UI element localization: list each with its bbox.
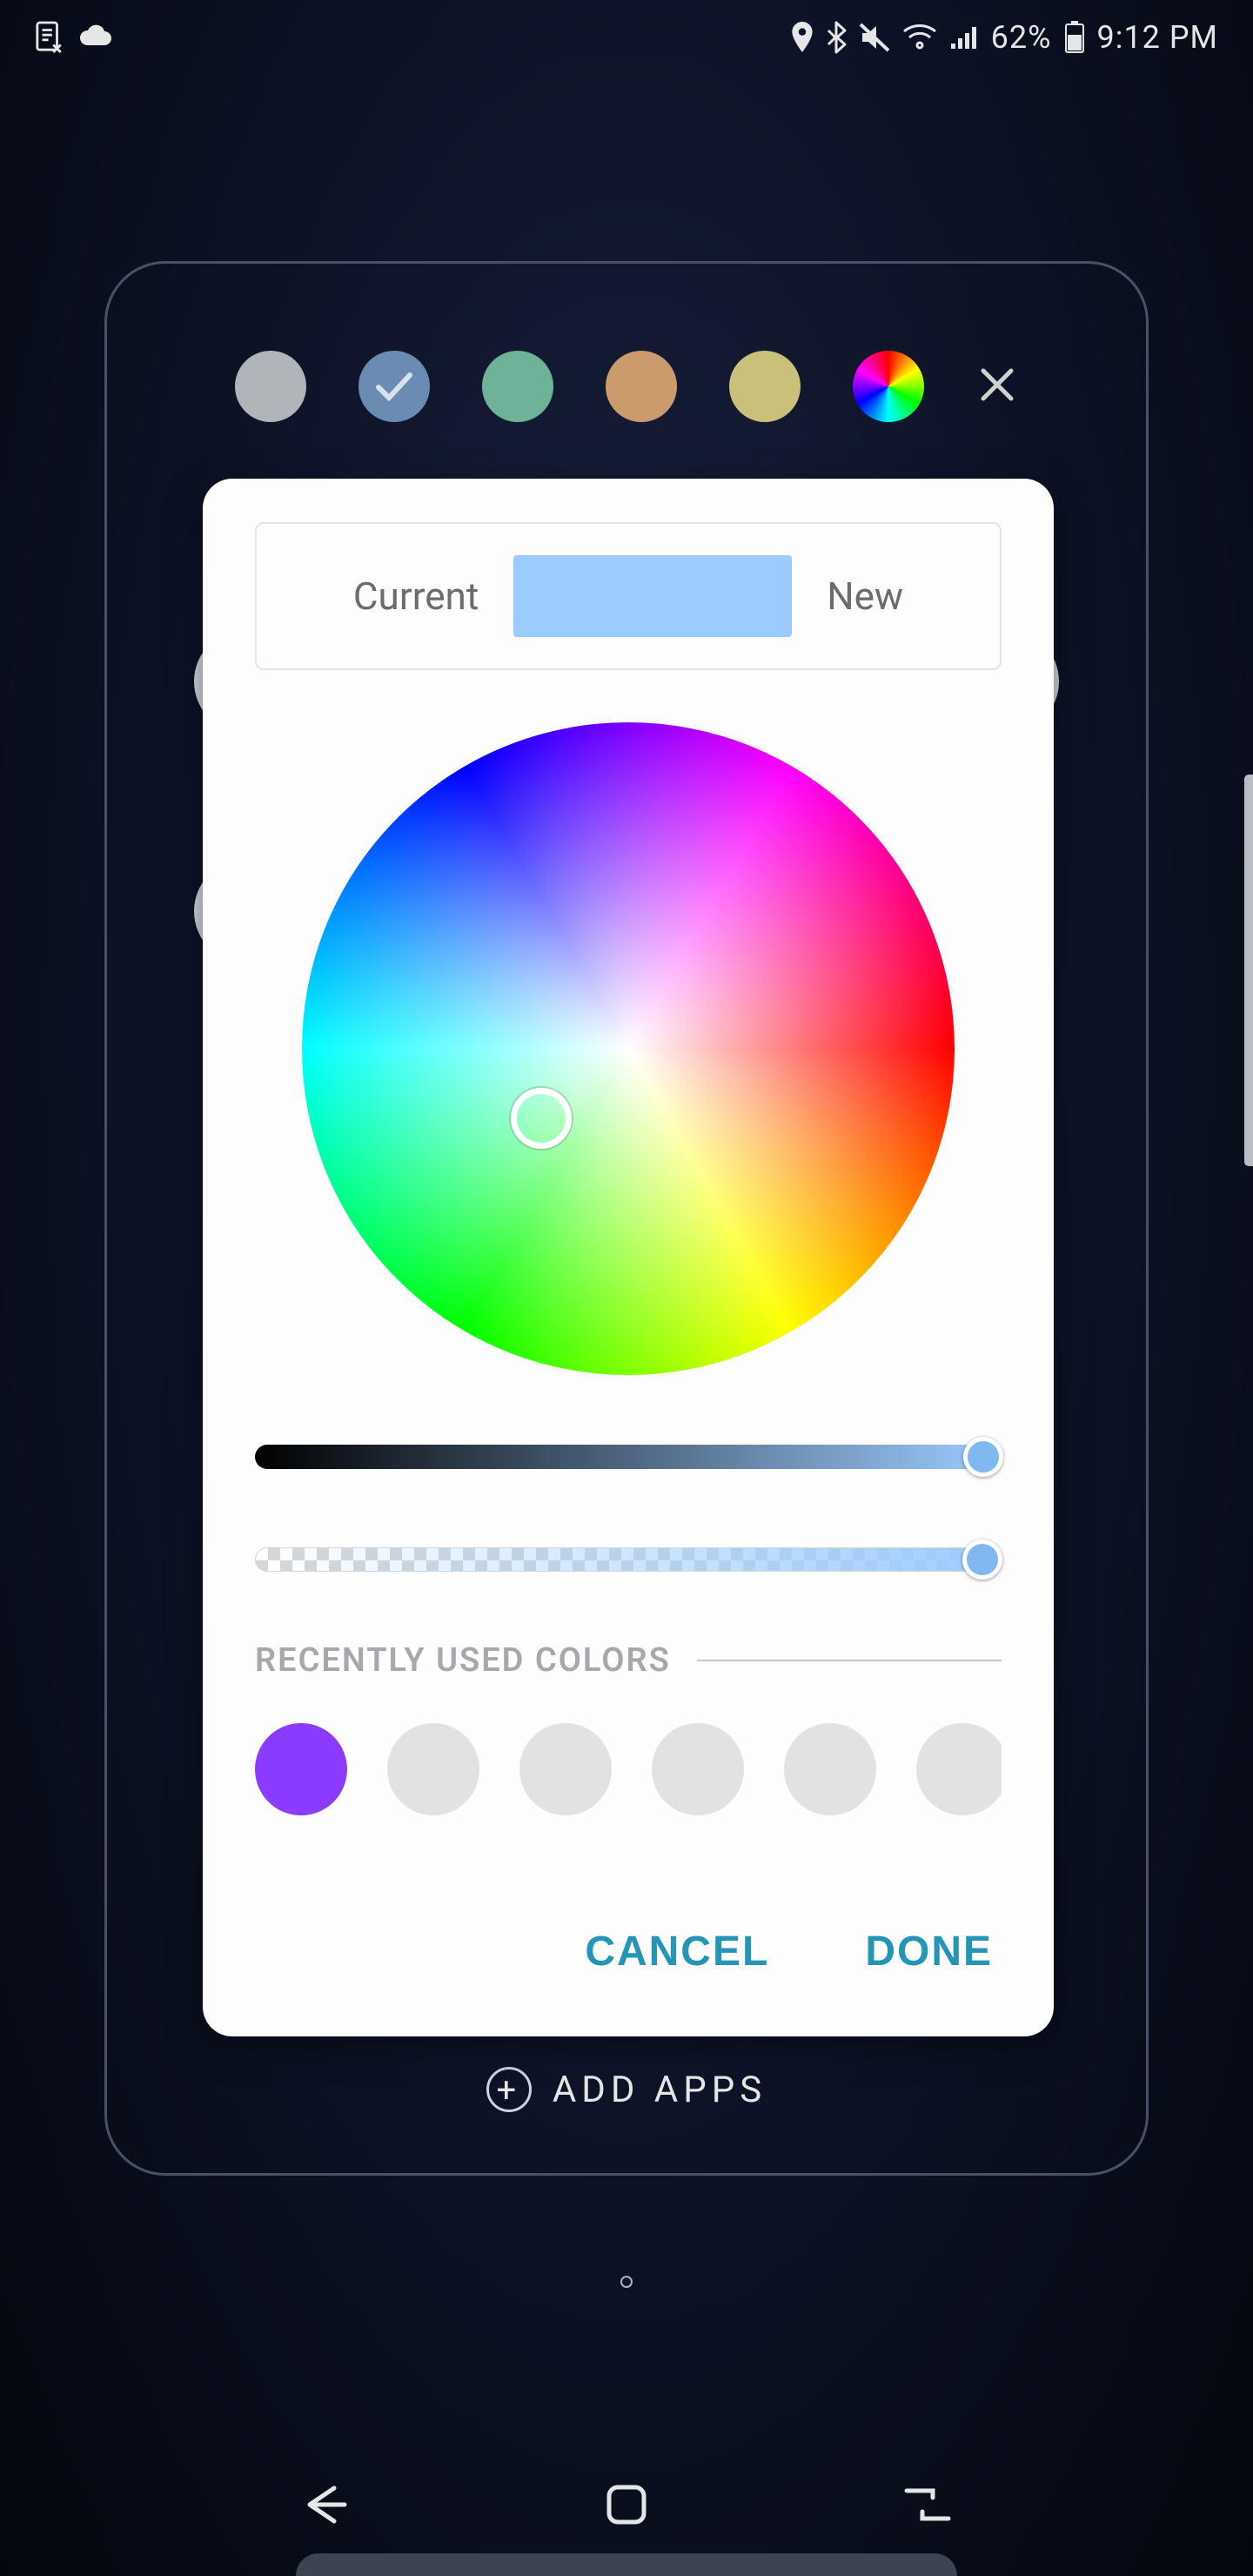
recent-color-swatch[interactable]: [387, 1723, 479, 1815]
edge-scroll-handle[interactable]: [1244, 775, 1253, 1166]
statusbar-left: [35, 20, 113, 55]
recent-color-swatch[interactable]: [652, 1723, 744, 1815]
recent-color-swatch[interactable]: [916, 1723, 1002, 1815]
current-new-compare: Current New: [255, 522, 1002, 670]
checkmark-icon: [375, 372, 413, 401]
preset-swatch-gray[interactable]: [235, 351, 306, 422]
location-icon: [791, 22, 814, 53]
doc-icon: [35, 20, 64, 55]
opacity-slider[interactable]: [255, 1547, 1002, 1572]
plus-icon: +: [486, 2067, 532, 2112]
bluetooth-icon: [826, 21, 847, 54]
close-icon[interactable]: [976, 364, 1018, 409]
current-label: Current: [353, 574, 479, 619]
gesture-pill[interactable]: [296, 2553, 957, 2576]
preset-swatch-tan[interactable]: [606, 351, 677, 422]
hue-saturation-wheel: [302, 722, 955, 1375]
color-picker-dialog: Current New RECENTLY USED COLORS CANCEL …: [203, 479, 1054, 2036]
cancel-button[interactable]: CANCEL: [585, 1928, 769, 1976]
recent-colors-title: RECENTLY USED COLORS: [255, 1641, 671, 1680]
done-button[interactable]: DONE: [865, 1928, 993, 1976]
statusbar-right: 62% 9:12 PM: [791, 19, 1218, 56]
slider-thumb[interactable]: [962, 1540, 1002, 1580]
page-indicator-dot: [620, 2276, 633, 2288]
signal-icon: [949, 24, 979, 50]
statusbar: 62% 9:12 PM: [0, 0, 1253, 75]
home-button[interactable]: [602, 2480, 651, 2532]
divider-line: [697, 1660, 1002, 1661]
slider-thumb[interactable]: [963, 1437, 1003, 1477]
mute-icon: [859, 23, 890, 52]
back-button[interactable]: [299, 2483, 352, 2530]
recent-color-swatch[interactable]: [784, 1723, 876, 1815]
color-wheel[interactable]: [302, 722, 955, 1375]
add-apps-label: ADD APPS: [553, 2069, 767, 2111]
dialog-buttons: CANCEL DONE: [255, 1875, 1002, 2002]
recent-color-swatch[interactable]: [519, 1723, 612, 1815]
wifi-icon: [902, 23, 937, 51]
recent-color-swatch[interactable]: [255, 1723, 347, 1815]
battery-percent: 62%: [991, 19, 1052, 56]
cloud-icon: [77, 24, 113, 50]
recent-colors-header: RECENTLY USED COLORS: [255, 1641, 1002, 1680]
brightness-slider[interactable]: [255, 1445, 1002, 1469]
preset-swatch-olive[interactable]: [729, 351, 801, 422]
clock-time: 9:12 PM: [1097, 19, 1219, 56]
color-preset-row: [107, 351, 1146, 422]
screen: 62% 9:12 PM G: [0, 0, 1253, 2576]
new-color-swatch: [513, 555, 792, 637]
add-apps-button[interactable]: + ADD APPS: [107, 2067, 1146, 2112]
recents-button[interactable]: [901, 2484, 954, 2529]
battery-icon: [1064, 21, 1085, 54]
new-label: New: [827, 574, 903, 619]
preset-swatch-rainbow[interactable]: [853, 351, 924, 422]
preset-swatch-blue-selected[interactable]: [358, 351, 430, 422]
recent-colors-row: [255, 1723, 1002, 1815]
preset-swatch-teal[interactable]: [482, 351, 553, 422]
wheel-cursor[interactable]: [511, 1088, 572, 1149]
